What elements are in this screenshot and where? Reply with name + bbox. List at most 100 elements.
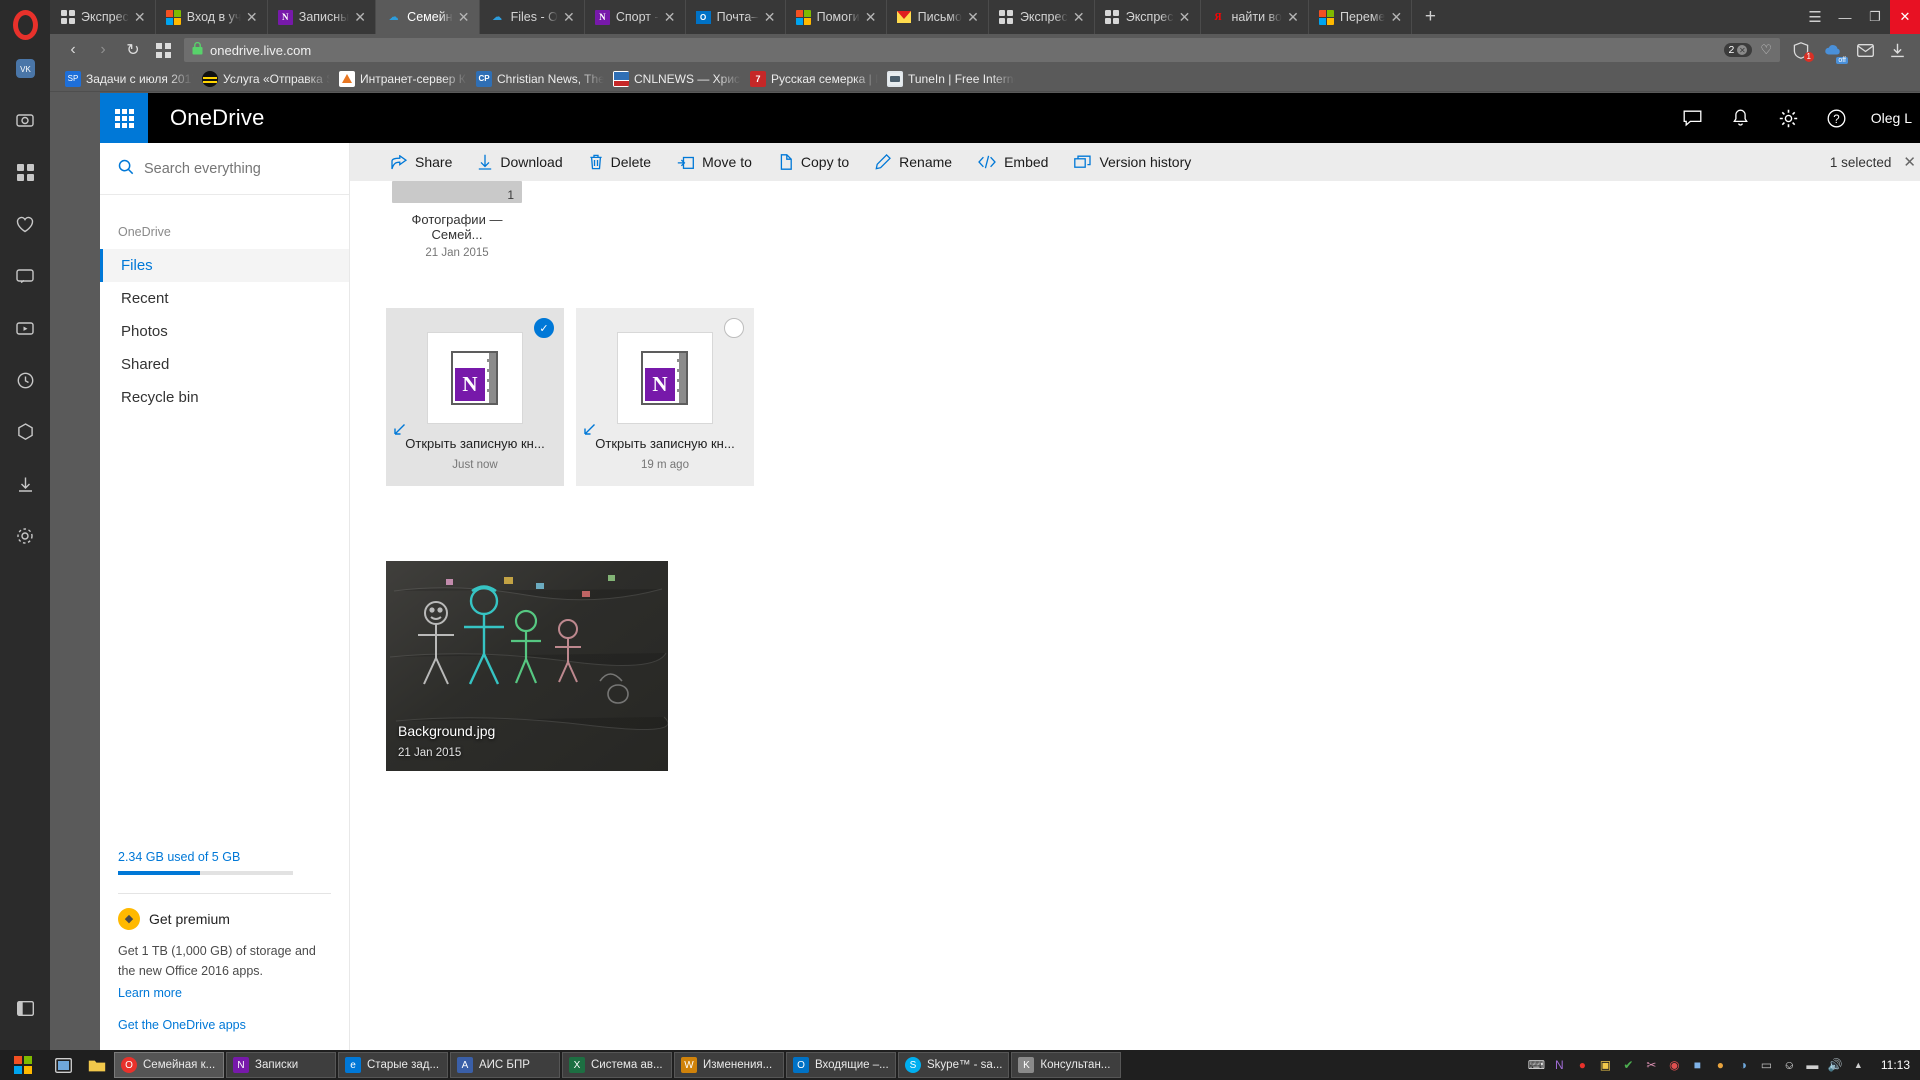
browser-tab[interactable]: Экспрес ✕: [989, 0, 1095, 34]
tab-close-icon[interactable]: ✕: [351, 8, 369, 26]
tab-close-icon[interactable]: ✕: [560, 8, 578, 26]
tab-close-icon[interactable]: ✕: [1070, 8, 1088, 26]
file-tile-onenote[interactable]: N Открыть записную кн... 19 m ago: [576, 308, 754, 486]
chat-icon[interactable]: [1669, 93, 1717, 143]
tile-checkbox-checked[interactable]: ✓: [534, 318, 554, 338]
show-hidden-icons-button[interactable]: ▲: [1848, 1050, 1869, 1080]
version-history-button[interactable]: Version history: [1061, 143, 1204, 181]
browser-tab[interactable]: Я найти во ✕: [1201, 0, 1309, 34]
sidebar-item-photos[interactable]: Photos: [100, 315, 349, 348]
bookmark-item[interactable]: Услуга «Отправка SM: [195, 69, 330, 89]
storage-meter[interactable]: 2.34 GB used of 5 GB: [100, 850, 349, 875]
taskbar-window[interactable]: O Входящие –...: [786, 1052, 896, 1078]
bookmark-item[interactable]: Интранет-сервер Ко: [332, 69, 467, 89]
network-tray-icon[interactable]: ■: [1687, 1050, 1708, 1080]
vpn-icon[interactable]: off: [1818, 37, 1848, 63]
embed-button[interactable]: Embed: [965, 143, 1061, 181]
help-icon[interactable]: ?: [1813, 93, 1861, 143]
share-button[interactable]: Share: [378, 143, 465, 181]
tab-close-icon[interactable]: ✕: [455, 8, 473, 26]
add-bookmark-icon[interactable]: ♡: [1760, 42, 1772, 58]
app-launcher-icon[interactable]: [100, 93, 148, 143]
taskbar-window[interactable]: K Консультан...: [1011, 1052, 1121, 1078]
forward-button[interactable]: ›: [88, 37, 118, 63]
ad-blocker-icon[interactable]: 1: [1786, 37, 1816, 63]
task-view-icon[interactable]: [46, 1050, 80, 1080]
user-account-button[interactable]: Oleg L ✓: [1861, 103, 1920, 133]
address-bar[interactable]: onedrive.live.com 2 ✕ ♡: [184, 38, 1780, 62]
taskbar-window[interactable]: N Записки: [226, 1052, 336, 1078]
browser-tab[interactable]: N Записны ✕: [268, 0, 376, 34]
browser-tab[interactable]: Письмо ✕: [887, 0, 989, 34]
get-onedrive-apps-link[interactable]: Get the OneDrive apps: [100, 1000, 349, 1050]
browser-tab[interactable]: N Спорт - ✕: [585, 0, 686, 34]
onedrive-brand-title[interactable]: OneDrive: [170, 105, 265, 131]
sidebar-item-files[interactable]: Files: [100, 249, 349, 282]
rename-button[interactable]: Rename: [862, 143, 965, 181]
browser-tab[interactable]: Экспрес ✕: [1095, 0, 1201, 34]
browser-tab-active[interactable]: ☁ Семейн ✕: [376, 0, 479, 34]
back-button[interactable]: ‹: [58, 37, 88, 63]
close-button[interactable]: ✕: [1890, 0, 1920, 34]
tab-close-icon[interactable]: ✕: [243, 8, 261, 26]
browser-tab[interactable]: O Почта– ✕: [686, 0, 786, 34]
downloads-icon[interactable]: [0, 458, 50, 510]
taskbar-window[interactable]: S Skype™ - sa...: [898, 1052, 1009, 1078]
speed-dial-button[interactable]: [148, 37, 178, 63]
clear-selection-icon[interactable]: ✕: [1903, 153, 1916, 171]
folder-tile-partial[interactable]: 1 Фотографии — Семей... 21 Jan 2015: [392, 181, 522, 259]
download-button[interactable]: Download: [465, 143, 575, 181]
antivirus-tray-icon[interactable]: ◉: [1664, 1050, 1685, 1080]
bookmark-item[interactable]: CNLNEWS — Христи: [606, 69, 741, 89]
sidebar-item-recent[interactable]: Recent: [100, 282, 349, 315]
opera-logo-icon[interactable]: [8, 8, 42, 42]
bookmark-item[interactable]: TuneIn | Free Internet: [880, 69, 1015, 89]
tab-close-icon[interactable]: ✕: [1176, 8, 1194, 26]
taskbar-clock[interactable]: 11:13: [1875, 1058, 1920, 1072]
onenote-tray-icon[interactable]: N: [1549, 1050, 1570, 1080]
learn-more-link[interactable]: Learn more: [118, 986, 331, 1000]
sidebar-item-shared[interactable]: Shared: [100, 348, 349, 381]
bookmark-item[interactable]: CP Christian News, The C: [469, 69, 604, 89]
browser-tab[interactable]: ☁ Files - O ✕: [480, 0, 585, 34]
taskbar-window[interactable]: A АИС БПР: [450, 1052, 560, 1078]
heart-icon[interactable]: [0, 198, 50, 250]
extensions-icon[interactable]: [0, 406, 50, 458]
folder-tray-icon[interactable]: ▣: [1595, 1050, 1616, 1080]
taskbar-window[interactable]: X Система ав...: [562, 1052, 672, 1078]
file-tile-photo[interactable]: Background.jpg 21 Jan 2015: [386, 561, 668, 771]
panel-toggle-icon[interactable]: [0, 982, 50, 1034]
search-input[interactable]: Search everything: [100, 143, 349, 195]
reload-button[interactable]: ↻: [118, 37, 148, 63]
taskbar-window[interactable]: e Старые зад...: [338, 1052, 448, 1078]
globe-tray-icon[interactable]: ◑: [1733, 1050, 1754, 1080]
sidebar-item-recycle-bin[interactable]: Recycle bin: [100, 381, 349, 414]
get-premium-button[interactable]: ◆ Get premium: [118, 908, 331, 930]
taskbar-window[interactable]: O Семейная к...: [114, 1052, 224, 1078]
notifications-bell-icon[interactable]: [1717, 93, 1765, 143]
bookmark-item[interactable]: 7 Русская семерка | Ру: [743, 69, 878, 89]
maximize-button[interactable]: ❐: [1860, 0, 1890, 34]
copy-to-button[interactable]: Copy to: [765, 143, 862, 181]
tab-close-icon[interactable]: ✕: [761, 8, 779, 26]
tab-close-icon[interactable]: ✕: [661, 8, 679, 26]
content-blocker-badge[interactable]: 2 ✕: [1724, 43, 1753, 57]
tab-close-icon[interactable]: ✕: [1387, 8, 1405, 26]
settings-icon[interactable]: [0, 510, 50, 562]
tab-close-icon[interactable]: ✕: [862, 8, 880, 26]
chrome-tray-icon[interactable]: ●: [1710, 1050, 1731, 1080]
printer-tray-icon[interactable]: ⎉: [1779, 1050, 1800, 1080]
tab-close-icon[interactable]: ✕: [131, 8, 149, 26]
history-icon[interactable]: [0, 354, 50, 406]
monitor-tray-icon[interactable]: ▭: [1756, 1050, 1777, 1080]
battery-tray-icon[interactable]: ▬: [1802, 1050, 1823, 1080]
bookmark-item[interactable]: SP Задачи с июля 2017: [58, 69, 193, 89]
start-button[interactable]: [0, 1050, 46, 1080]
messenger-icon[interactable]: [1850, 37, 1880, 63]
opera-menu-icon[interactable]: ☰: [1800, 0, 1830, 34]
minimize-button[interactable]: —: [1830, 0, 1860, 34]
volume-tray-icon[interactable]: 🔊: [1825, 1050, 1846, 1080]
opera-tray-icon[interactable]: ●: [1572, 1050, 1593, 1080]
settings-gear-icon[interactable]: [1765, 93, 1813, 143]
browser-tab[interactable]: Вход в уч ✕: [156, 0, 268, 34]
